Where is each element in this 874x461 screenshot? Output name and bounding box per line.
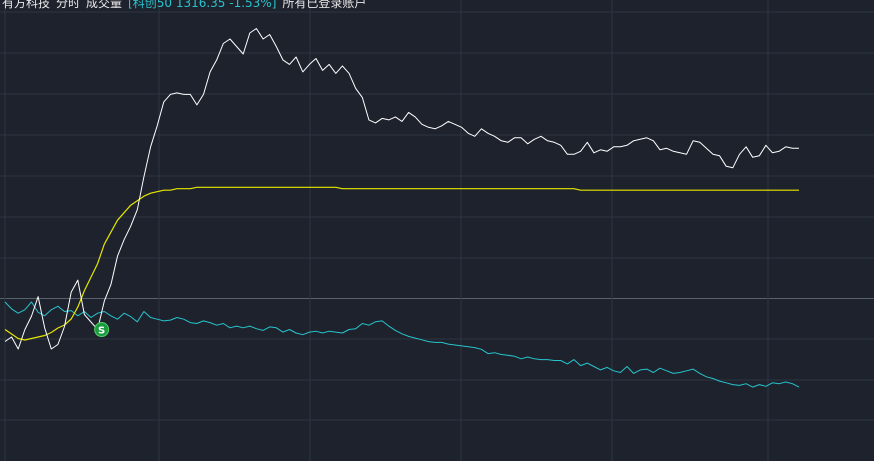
series-group [4,28,800,388]
indicator-label[interactable]: 成交量 [86,0,122,11]
view-mode-label[interactable]: 分时 [56,0,80,11]
accounts-label[interactable]: 所有已登录账户 [282,0,366,11]
index-label[interactable]: [科创50 1316.35 -1.53%] [128,0,276,11]
chart-header: 有方科技 分时 成交量 [科创50 1316.35 -1.53%] 所有已登录账… [2,0,366,11]
buy-signal-group: S [94,322,110,338]
stock-name[interactable]: 有方科技 [2,0,50,11]
grid-lines [0,0,874,461]
avg-price-line [4,186,799,341]
timeshare-chart[interactable]: S 有方科技 分时 成交量 [科创50 1316.35 -1.53%] 所有已登… [0,0,874,461]
buy-signal-label: S [98,326,105,337]
index-line [4,301,800,388]
chart-canvas[interactable]: S [0,0,874,461]
